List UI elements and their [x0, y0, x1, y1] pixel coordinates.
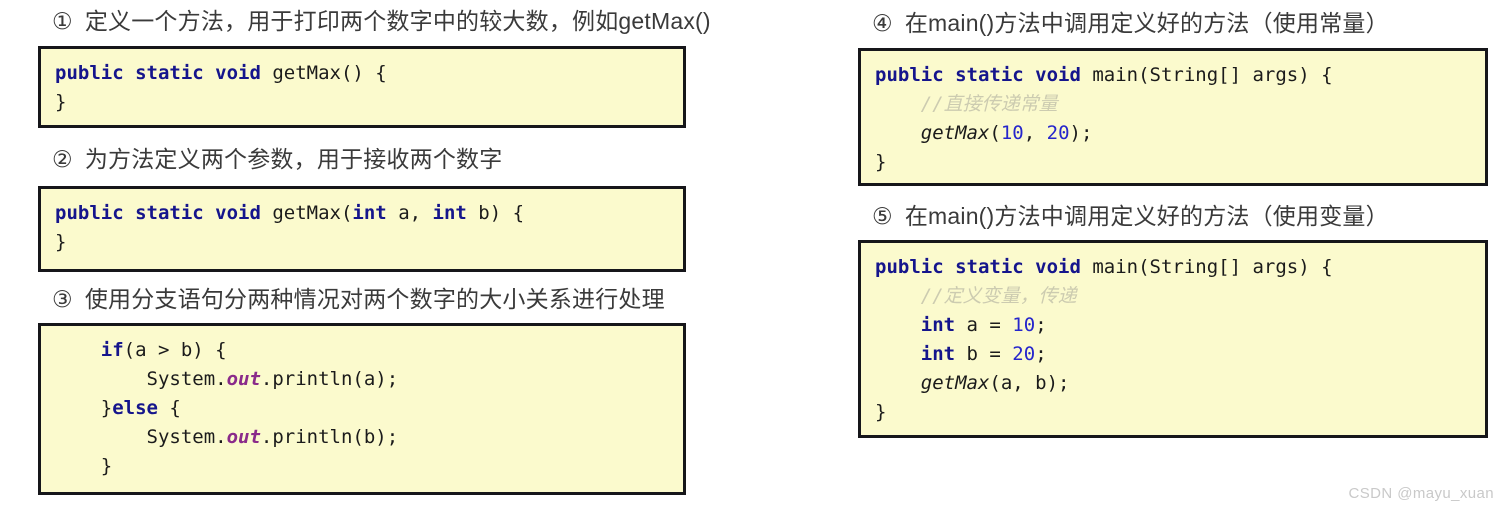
code-line: int a = 10; — [875, 311, 1471, 340]
code-token: } — [875, 401, 887, 423]
code-token: //定义变量，传递 — [920, 285, 1077, 307]
code-token: public static void — [875, 256, 1081, 278]
code-token: 20 — [1012, 343, 1036, 365]
code-token: public static void — [875, 64, 1081, 86]
section-heading-1: ① 定义一个方法，用于打印两个数字中的较大数，例如getMax() — [52, 6, 711, 36]
code-token: getMax — [920, 122, 990, 144]
code-line: System.out.println(a); — [55, 365, 669, 394]
code-token: getMax — [920, 372, 990, 394]
code-token: ); — [1069, 122, 1093, 144]
code-token: .println(b); — [260, 426, 399, 448]
code-line: System.out.println(b); — [55, 423, 669, 452]
code-token: int — [432, 202, 467, 224]
code-token: //直接传递常量 — [920, 93, 1058, 115]
code-line: int b = 20; — [875, 340, 1471, 369]
code-block-2: public static void getMax(int a, int b) … — [38, 186, 686, 272]
code-line: } — [55, 228, 669, 257]
code-line: //直接传递常量 — [875, 90, 1471, 119]
code-token: out — [226, 368, 261, 390]
section-heading-text-5: 在main()方法中调用定义好的方法（使用变量） — [904, 203, 1389, 229]
code-token: int — [920, 314, 956, 336]
code-token: b = — [955, 343, 1013, 365]
code-token: main(String[] args) { — [1080, 64, 1333, 86]
code-token: int — [352, 202, 387, 224]
code-block-3: if(a > b) { System.out.println(a); }else… — [38, 323, 686, 495]
code-line: if(a > b) { — [55, 336, 669, 365]
code-line: public static void main(String[] args) { — [875, 61, 1471, 90]
code-token: System. — [55, 368, 227, 390]
code-token: getMax( — [260, 202, 353, 224]
code-token: (a > b) { — [123, 339, 227, 361]
code-token: public static void — [55, 202, 261, 224]
watermark: CSDN @mayu_xuan — [1348, 485, 1494, 502]
section-heading-3: ③ 使用分支语句分两种情况对两个数字的大小关系进行处理 — [52, 284, 665, 314]
code-token: , — [1023, 122, 1047, 144]
section-heading-text-2: 为方法定义两个参数，用于接收两个数字 — [84, 146, 503, 172]
code-token: ; — [1035, 343, 1047, 365]
code-token: ( — [989, 122, 1001, 144]
code-token: 20 — [1046, 122, 1070, 144]
code-token: System. — [55, 426, 227, 448]
code-token: 10 — [1000, 122, 1024, 144]
code-token: } — [55, 397, 113, 419]
code-token: public static void — [55, 62, 261, 84]
code-line: } — [55, 88, 669, 117]
section-heading-text-1: 定义一个方法，用于打印两个数字中的较大数，例如getMax() — [84, 8, 711, 34]
code-token: a, — [386, 202, 433, 224]
code-line: } — [875, 398, 1471, 427]
code-line: public static void main(String[] args) { — [875, 253, 1471, 282]
section-heading-4: ④ 在main()方法中调用定义好的方法（使用常量） — [872, 8, 1389, 38]
slide-canvas: ① 定义一个方法，用于打印两个数字中的较大数，例如getMax() public… — [0, 0, 1512, 510]
code-token: 10 — [1012, 314, 1036, 336]
code-token: .println(a); — [260, 368, 399, 390]
section-heading-5: ⑤ 在main()方法中调用定义好的方法（使用变量） — [872, 201, 1389, 231]
code-token: { — [157, 397, 181, 419]
code-line: public static void getMax(int a, int b) … — [55, 199, 669, 228]
section-marker-1: ① — [52, 8, 73, 34]
section-heading-text-4: 在main()方法中调用定义好的方法（使用常量） — [904, 10, 1389, 36]
section-marker-3: ③ — [52, 286, 73, 312]
code-line: //定义变量，传递 — [875, 282, 1471, 311]
code-token: else — [112, 397, 158, 419]
code-token: ; — [1035, 314, 1047, 336]
code-token: } — [55, 455, 113, 477]
section-marker-4: ④ — [872, 10, 893, 36]
code-token: out — [226, 426, 261, 448]
code-token: } — [55, 91, 67, 113]
code-line: getMax(a, b); — [875, 369, 1471, 398]
code-token: b) { — [466, 202, 525, 224]
code-token: main(String[] args) { — [1080, 256, 1333, 278]
section-heading-2: ② 为方法定义两个参数，用于接收两个数字 — [52, 144, 502, 174]
section-marker-2: ② — [52, 146, 73, 172]
code-block-1: public static void getMax() {} — [38, 46, 686, 128]
section-heading-text-3: 使用分支语句分两种情况对两个数字的大小关系进行处理 — [84, 286, 665, 312]
code-token: } — [875, 151, 887, 173]
code-token: } — [55, 231, 67, 253]
code-block-5: public static void main(String[] args) {… — [858, 240, 1488, 438]
code-block-4: public static void main(String[] args) {… — [858, 48, 1488, 186]
code-line: getMax(10, 20); — [875, 119, 1471, 148]
code-line: } — [875, 148, 1471, 177]
code-token: a = — [955, 314, 1013, 336]
code-token: if — [100, 339, 124, 361]
code-token: int — [920, 343, 956, 365]
code-token: getMax() { — [260, 62, 387, 84]
section-marker-5: ⑤ — [872, 203, 893, 229]
code-line: }else { — [55, 394, 669, 423]
code-line: } — [55, 452, 669, 481]
code-token: (a, b); — [989, 372, 1070, 394]
code-line: public static void getMax() { — [55, 59, 669, 88]
